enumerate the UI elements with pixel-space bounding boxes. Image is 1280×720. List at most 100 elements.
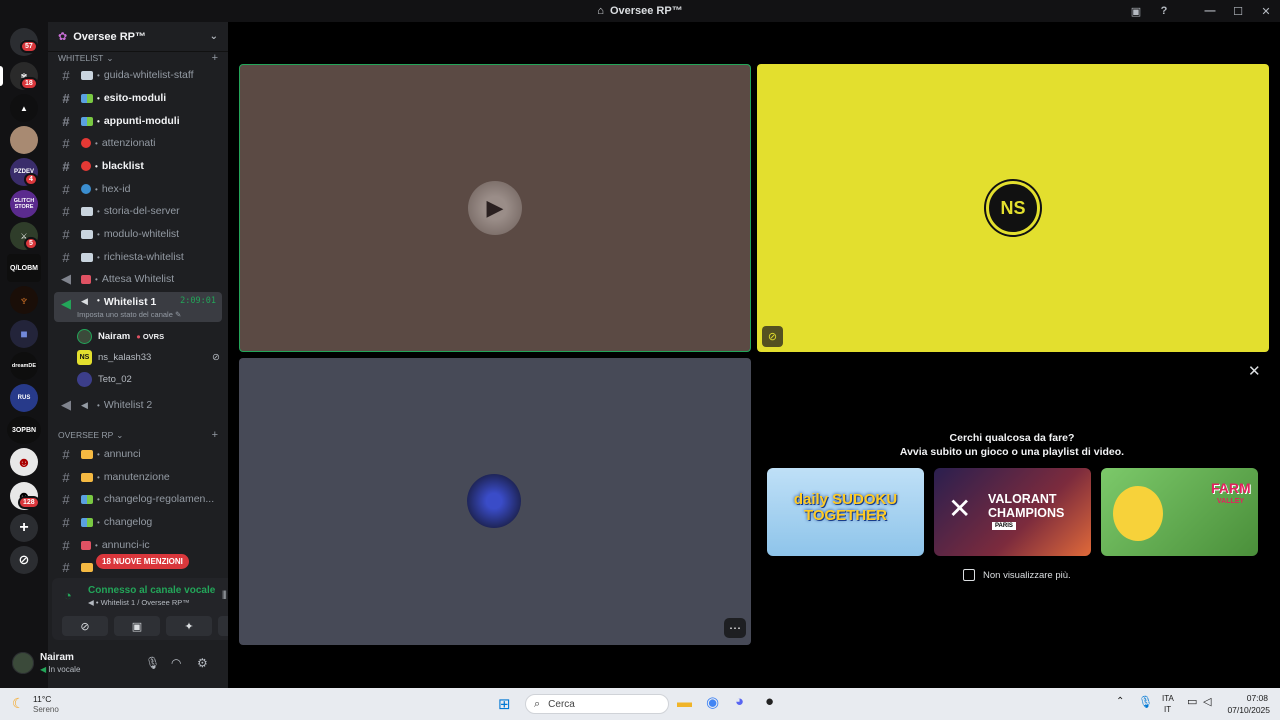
volume-icon[interactable]: ◁ <box>1203 695 1211 708</box>
channel-attesa-whitelist[interactable]: ◀ • Attesa Whitelist <box>54 269 222 289</box>
inbox-icon[interactable]: ▣ <box>1122 5 1150 18</box>
add-channel-icon[interactable]: + <box>212 429 218 441</box>
activity-card-valorant[interactable]: VALORANT CHAMPIONS PARIS ✕ <box>934 468 1091 556</box>
server-icon-rus[interactable]: RUS <box>10 384 38 412</box>
channel-hex-id[interactable]: # • hex-id <box>54 179 222 199</box>
channel-modulo-whitelist[interactable]: # • modulo-whitelist <box>54 224 222 244</box>
server-icon-3[interactable]: ▲ <box>10 94 38 122</box>
voice-user-nairam[interactable]: Nairam ● OVRS <box>77 326 222 346</box>
server-icon-lobm[interactable]: Q/LOBM <box>7 254 41 282</box>
screen-share-button[interactable]: ▣ <box>114 616 160 636</box>
discover-icon[interactable]: ⊘ <box>10 546 38 574</box>
server-icon-dreamdev[interactable]: dreamDE <box>10 352 38 380</box>
help-icon[interactable]: ? <box>1150 5 1178 17</box>
hash-icon: # <box>62 537 70 553</box>
signal-icon[interactable]: ◔ <box>64 588 72 603</box>
channel-blacklist[interactable]: # • blacklist <box>54 156 222 176</box>
chevron-up-icon[interactable]: ⌃ <box>1116 696 1124 707</box>
channel-attenzionati[interactable]: # • attenzionati <box>54 133 222 153</box>
hash-icon: # <box>62 559 70 575</box>
channel-status-hint[interactable]: Imposta uno stato del canale ✎ <box>77 310 181 319</box>
book-icon <box>81 206 93 216</box>
language-code[interactable]: ITA <box>1162 694 1174 703</box>
clock-time[interactable]: 07:08 <box>1236 693 1268 703</box>
window-title: Oversee RP™ <box>609 5 683 17</box>
avatar <box>77 328 92 344</box>
channel-storia-del-server[interactable]: # • storia-del-server <box>54 201 222 221</box>
weather-text: Sereno <box>33 705 59 714</box>
channel-annunci-ic[interactable]: # • annunci-ic <box>54 535 222 555</box>
participant-tile-nairam[interactable]: ▶ <box>239 64 751 352</box>
server-icon-14[interactable]: ☻ <box>10 448 38 476</box>
noise-suppression-icon[interactable]: ⦀ <box>222 590 227 603</box>
server-icon-4[interactable] <box>10 126 38 154</box>
app-taskbar-icon[interactable]: ● <box>765 693 774 710</box>
weather-temp[interactable]: 11°C <box>33 694 51 704</box>
channel-esito-moduli[interactable]: # • esito-moduli <box>54 88 222 108</box>
user-avatar[interactable] <box>12 652 34 674</box>
megaphone-icon <box>81 274 91 284</box>
more-options-icon[interactable]: ⋯ <box>724 618 746 638</box>
channel-manutenzione[interactable]: # • manutenzione <box>54 467 222 487</box>
checkbox-box[interactable] <box>963 569 975 581</box>
settings-gear-icon[interactable]: ⚙ <box>197 656 208 670</box>
gamepad-icon: ✦ <box>184 620 194 633</box>
discord-taskbar-icon[interactable]: ◕ <box>735 693 744 710</box>
microphone-tray-icon[interactable]: 🎙 <box>1138 695 1153 709</box>
username[interactable]: Nairam <box>40 652 74 663</box>
weather-moon-icon[interactable]: ☾ <box>12 695 25 712</box>
channel-whitelist-2[interactable]: ◀ ◀ • Whitelist 2 <box>54 395 222 415</box>
hash-icon: # <box>62 203 70 219</box>
taskbar-search[interactable]: ⌕ Cerca <box>525 694 669 714</box>
speaker-icon: ◀ <box>81 296 88 306</box>
channel-changelog-regolamento[interactable]: # • changelog-regolamen... <box>54 489 222 509</box>
channel-appunti-moduli[interactable]: # • appunti-moduli <box>54 111 222 131</box>
server-badge-pzdev: 4 <box>24 173 38 186</box>
new-mentions-pill[interactable]: 18 NUOVE MENZIONI <box>96 554 189 569</box>
category-whitelist[interactable]: WHITELIST ⌄ + <box>48 52 228 64</box>
chart-icon <box>81 494 93 504</box>
windows-start-icon[interactable]: ⊞ <box>498 695 511 713</box>
category-oversee[interactable]: OVERSEE RP ⌄ + <box>48 429 228 441</box>
book-icon <box>81 252 93 262</box>
minimize-button[interactable]: — <box>1196 5 1224 17</box>
activity-card-sudoku[interactable]: daily SUDOKU TOGETHER <box>767 468 924 556</box>
chrome-icon[interactable]: ◉ <box>706 693 719 711</box>
folder-icon[interactable]: ■ <box>10 320 38 348</box>
close-icon[interactable]: ✕ <box>1248 362 1261 380</box>
dont-show-again-checkbox[interactable]: Non visualizzare più. <box>963 569 1071 581</box>
guild-header[interactable]: ✿ Oversee RP™ ⌄ <box>48 22 228 52</box>
keyboard-layout: IT <box>1164 705 1172 714</box>
guild-icon: ✿ <box>58 31 68 43</box>
add-server-icon[interactable]: + <box>10 514 38 542</box>
channel-guida-whitelist-staff[interactable]: # • guida-whitelist-staff <box>54 65 222 85</box>
server-icon-glitch[interactable]: GLITCH STORE <box>10 190 38 218</box>
channel-richiesta-whitelist[interactable]: # • richiesta-whitelist <box>54 247 222 267</box>
file-explorer-icon[interactable]: ▬ <box>677 694 692 711</box>
speaker-icon: ◀ <box>61 397 71 412</box>
close-button[interactable]: ✕ <box>1252 5 1280 18</box>
camera-off-button[interactable]: ⊘ <box>62 616 108 636</box>
hash-icon: # <box>62 249 70 265</box>
book-icon <box>81 229 93 239</box>
participant-tile-teto-02[interactable]: ⋯ <box>239 358 751 645</box>
activity-button[interactable]: ✦ <box>166 616 212 636</box>
hash-icon: # <box>62 491 70 507</box>
participant-tile-ns-kalash33[interactable]: NS ⊘ <box>757 64 1269 352</box>
server-icon-9[interactable]: ♆ <box>10 286 38 314</box>
add-channel-icon[interactable]: + <box>212 52 218 64</box>
microphone-icon[interactable]: 🎙 <box>145 656 160 670</box>
channel-annunci[interactable]: # • annunci <box>54 444 222 464</box>
maximize-button[interactable]: ☐ <box>1224 5 1252 18</box>
channel-changelog[interactable]: # • changelog <box>54 512 222 532</box>
network-icon[interactable]: ▭ <box>1187 695 1197 708</box>
activity-card-farm[interactable]: FARM VALLEY <box>1101 468 1258 556</box>
voice-user-ns-kalash33[interactable]: NS ns_kalash33 ⊘ <box>77 347 222 367</box>
server-icon-bopbn[interactable]: 3OPBN <box>7 416 41 444</box>
voice-status-subtitle[interactable]: ◀ • Whitelist 1 / Oversee RP™ <box>88 598 190 607</box>
chevron-down-icon: ⌄ <box>116 429 124 440</box>
voice-user-teto-02[interactable]: Teto_02 <box>77 369 222 389</box>
search-icon: ⌕ <box>534 697 541 710</box>
headphones-icon[interactable]: ◠ <box>171 656 181 670</box>
participant-avatar: ▶ <box>468 181 522 235</box>
